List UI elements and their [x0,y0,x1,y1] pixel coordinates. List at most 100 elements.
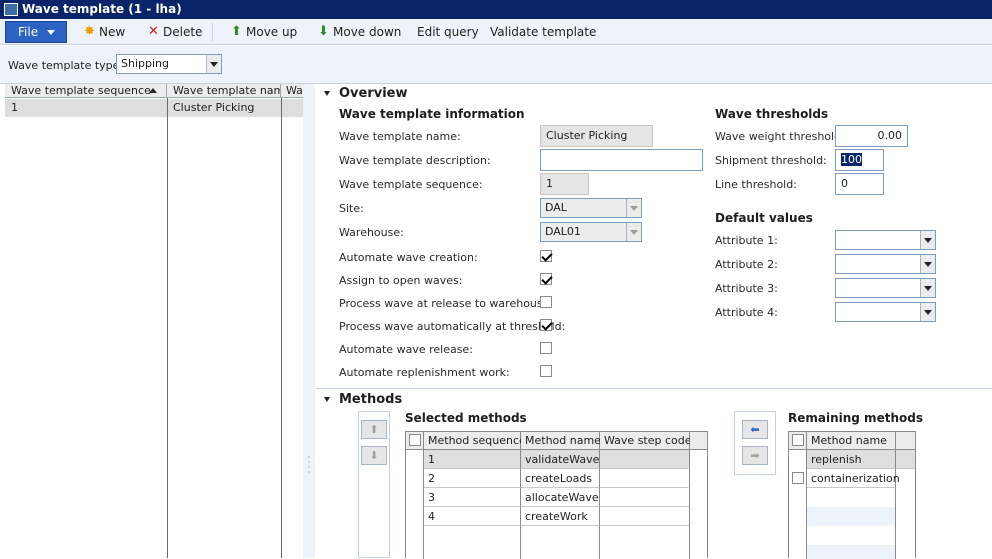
new-label: New [99,25,126,39]
chevron-down-icon [47,30,55,35]
chevron-down-icon [924,310,932,315]
list-row-sequence[interactable]: 1 [5,99,167,117]
move-method-up-button[interactable]: ⬆ [361,420,387,439]
wave-template-information-title: Wave template information [339,107,525,121]
select-all-checkbox[interactable] [409,434,421,446]
process-release-checkbox[interactable] [540,296,552,308]
table-cell-name[interactable]: allocateWave [521,488,600,507]
new-button[interactable]: ✸ New [82,23,125,41]
wave-thresholds-title: Wave thresholds [715,107,829,121]
wave-template-type-label: Wave template type: [8,59,124,72]
shipment-threshold-field[interactable]: 100 [835,149,884,171]
move-up-button[interactable]: ⬆ Move up [229,23,297,41]
description-field[interactable] [540,149,703,171]
arrow-down-icon: ⬇ [318,24,329,39]
dropdown-button[interactable] [626,199,641,217]
arrow-right-icon: ➡ [750,449,760,462]
dropdown-button[interactable] [920,279,935,297]
column-header-sequence[interactable]: Wave template sequence [5,84,167,98]
alternating-row [807,526,895,545]
column-header-wave-step-code[interactable]: Wave step code [600,432,692,450]
alternating-row [807,545,895,559]
table-cell-code[interactable] [600,450,690,469]
table-cell-code[interactable] [600,507,690,526]
wave-template-type-select[interactable]: Shipping [116,54,222,74]
column-header-method-sequence[interactable]: Method sequence [424,432,526,450]
dropdown-button[interactable] [626,223,641,241]
row-checkbox[interactable] [792,472,804,484]
validate-template-label: Validate template [490,25,597,39]
move-down-button[interactable]: ⬇ Move down [316,23,401,41]
column-header-method-name[interactable]: Method name [807,432,896,450]
title-bar: Wave template (1 - lha) [0,0,992,19]
warehouse-select[interactable]: DAL01 [540,222,642,242]
table-cell-seq[interactable]: 1 [424,450,521,469]
chevron-down-icon [924,262,932,267]
select-all-checkbox[interactable] [792,434,804,446]
weight-threshold-field[interactable]: 0.00 [835,125,908,147]
column-divider [281,98,282,558]
table-cell-seq[interactable]: 4 [424,507,521,526]
column-header-name[interactable]: Wave template name [167,84,281,98]
column-divider [167,98,168,558]
file-menu-button[interactable]: File [5,21,67,43]
x-icon: ✕ [148,24,159,39]
warehouse-label: Warehouse: [339,226,404,239]
chevron-down-icon [210,62,218,67]
sequence-field[interactable]: 1 [540,173,589,195]
add-method-button[interactable]: ⬅ [742,420,768,439]
line-threshold-field[interactable]: 0 [835,173,884,195]
column-header-truncated[interactable]: Wa [281,84,304,98]
list-row-name[interactable]: Cluster Picking [168,99,281,117]
column-header-filler [896,432,915,450]
dropdown-button[interactable] [920,255,935,273]
table-cell-name[interactable]: replenish [807,450,896,469]
default-values-title: Default values [715,211,813,225]
automate-replenishment-checkbox[interactable] [540,365,552,377]
delete-button[interactable]: ✕ Delete [146,23,202,41]
site-select[interactable]: DAL [540,198,642,218]
validate-template-button[interactable]: Validate template [490,23,596,41]
table-cell-name[interactable]: createLoads [521,469,600,488]
dropdown-button[interactable] [920,231,935,249]
edit-query-label: Edit query [417,25,479,39]
overview-section-header[interactable]: Overview [324,86,408,101]
attribute-1-select[interactable] [835,230,936,250]
attribute-4-label: Attribute 4: [715,306,778,319]
attribute-2-select[interactable] [835,254,936,274]
selected-methods-grid: Method sequence Method name Wave step co… [405,431,708,559]
remove-method-button[interactable]: ➡ [742,446,768,465]
table-cell-seq[interactable]: 3 [424,488,521,507]
name-field[interactable]: Cluster Picking [540,125,653,147]
reorder-buttons-panel: ⬆ ⬇ [358,411,390,558]
process-threshold-checkbox[interactable] [540,319,552,331]
table-cell-code[interactable] [600,488,690,507]
filter-bar: Wave template type: Shipping [0,46,992,84]
table-cell-seq[interactable]: 2 [424,469,521,488]
attribute-1-label: Attribute 1: [715,234,778,247]
table-cell-name[interactable]: createWork [521,507,600,526]
table-cell-filler [896,450,915,469]
pane-splitter[interactable]: · · · · [303,84,315,558]
select-all-cell [789,432,807,450]
attribute-3-select[interactable] [835,278,936,298]
dropdown-button[interactable] [206,55,221,73]
attribute-3-label: Attribute 3: [715,282,778,295]
column-header-method-name[interactable]: Method name [521,432,601,450]
automate-wave-release-checkbox[interactable] [540,342,552,354]
move-method-down-button[interactable]: ⬇ [361,446,387,465]
transfer-buttons-panel: ⬅ ➡ [734,411,776,475]
edit-query-button[interactable]: Edit query [417,23,479,41]
assign-open-waves-checkbox[interactable] [540,273,552,285]
table-cell-name[interactable]: validateWave [521,450,600,469]
chevron-down-icon [630,206,638,211]
assign-open-waves-label: Assign to open waves: [339,274,463,287]
select-all-cell [406,432,424,450]
dropdown-button[interactable] [920,303,935,321]
list-row-extra[interactable] [282,99,304,117]
attribute-4-select[interactable] [835,302,936,322]
methods-section-header[interactable]: Methods [324,392,402,407]
table-cell-name[interactable]: containerization [807,469,900,488]
table-cell-code[interactable] [600,469,690,488]
automate-wave-creation-checkbox[interactable] [540,250,552,262]
